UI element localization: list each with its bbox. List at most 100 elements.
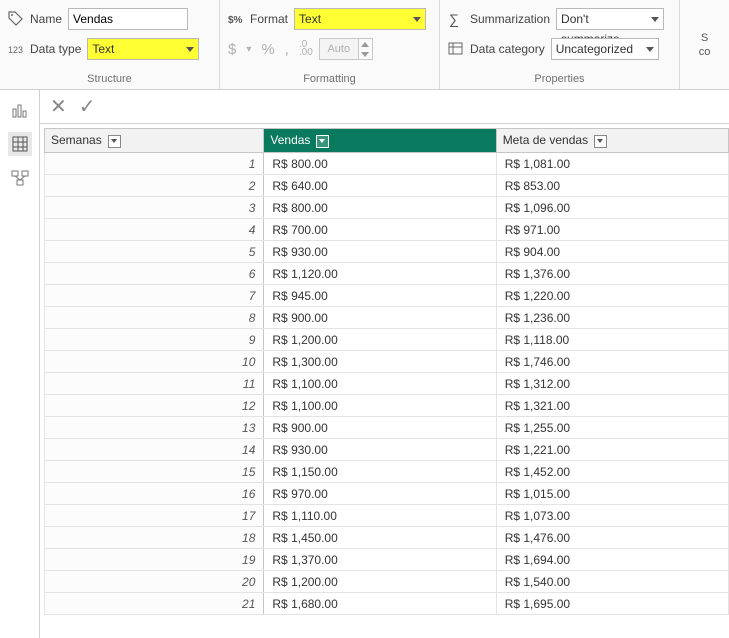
cell-vendas[interactable]: R$ 1,120.00: [264, 263, 496, 285]
cell-vendas[interactable]: R$ 800.00: [264, 153, 496, 175]
table-row[interactable]: 1R$ 800.00R$ 1,081.00: [45, 153, 729, 175]
report-view-button[interactable]: [8, 98, 32, 122]
cell-meta[interactable]: R$ 1,015.00: [496, 483, 728, 505]
cell-vendas[interactable]: R$ 1,100.00: [264, 395, 496, 417]
cell-vendas[interactable]: R$ 970.00: [264, 483, 496, 505]
cell-semanas[interactable]: 21: [45, 593, 264, 615]
cell-vendas[interactable]: R$ 700.00: [264, 219, 496, 241]
cell-semanas[interactable]: 7: [45, 285, 264, 307]
table-row[interactable]: 9R$ 1,200.00R$ 1,118.00: [45, 329, 729, 351]
stepper-down-icon[interactable]: [359, 49, 372, 59]
cell-semanas[interactable]: 16: [45, 483, 264, 505]
cell-meta[interactable]: R$ 1,118.00: [496, 329, 728, 351]
data-view-button[interactable]: [8, 132, 32, 156]
cell-meta[interactable]: R$ 1,695.00: [496, 593, 728, 615]
cell-semanas[interactable]: 10: [45, 351, 264, 373]
cell-semanas[interactable]: 3: [45, 197, 264, 219]
table-row[interactable]: 4R$ 700.00R$ 971.00: [45, 219, 729, 241]
cell-meta[interactable]: R$ 1,255.00: [496, 417, 728, 439]
table-row[interactable]: 19R$ 1,370.00R$ 1,694.00: [45, 549, 729, 571]
table-row[interactable]: 7R$ 945.00R$ 1,220.00: [45, 285, 729, 307]
cell-vendas[interactable]: R$ 1,450.00: [264, 527, 496, 549]
cell-meta[interactable]: R$ 1,312.00: [496, 373, 728, 395]
cell-semanas[interactable]: 18: [45, 527, 264, 549]
table-row[interactable]: 21R$ 1,680.00R$ 1,695.00: [45, 593, 729, 615]
cell-meta[interactable]: R$ 1,220.00: [496, 285, 728, 307]
table-row[interactable]: 6R$ 1,120.00R$ 1,376.00: [45, 263, 729, 285]
decimal-stepper[interactable]: Auto: [319, 38, 373, 60]
table-row[interactable]: 17R$ 1,110.00R$ 1,073.00: [45, 505, 729, 527]
cancel-formula-button[interactable]: ✕: [50, 97, 67, 117]
cell-meta[interactable]: R$ 1,694.00: [496, 549, 728, 571]
cell-vendas[interactable]: R$ 640.00: [264, 175, 496, 197]
cell-semanas[interactable]: 13: [45, 417, 264, 439]
col-vendas[interactable]: Vendas: [264, 129, 496, 153]
cell-meta[interactable]: R$ 853.00: [496, 175, 728, 197]
cell-meta[interactable]: R$ 1,321.00: [496, 395, 728, 417]
format-select[interactable]: Text: [294, 8, 426, 30]
cell-vendas[interactable]: R$ 1,150.00: [264, 461, 496, 483]
cell-vendas[interactable]: R$ 1,200.00: [264, 571, 496, 593]
cell-vendas[interactable]: R$ 1,370.00: [264, 549, 496, 571]
name-input[interactable]: [68, 8, 188, 30]
col-semanas[interactable]: Semanas: [45, 129, 264, 153]
table-row[interactable]: 16R$ 970.00R$ 1,015.00: [45, 483, 729, 505]
cell-meta[interactable]: R$ 1,452.00: [496, 461, 728, 483]
table-row[interactable]: 8R$ 900.00R$ 1,236.00: [45, 307, 729, 329]
model-view-button[interactable]: [8, 166, 32, 190]
cell-semanas[interactable]: 19: [45, 549, 264, 571]
cell-semanas[interactable]: 4: [45, 219, 264, 241]
col-meta-de-vendas[interactable]: Meta de vendas: [496, 129, 728, 153]
cell-meta[interactable]: R$ 1,081.00: [496, 153, 728, 175]
cell-semanas[interactable]: 2: [45, 175, 264, 197]
cell-semanas[interactable]: 20: [45, 571, 264, 593]
table-row[interactable]: 20R$ 1,200.00R$ 1,540.00: [45, 571, 729, 593]
cell-meta[interactable]: R$ 1,221.00: [496, 439, 728, 461]
cell-vendas[interactable]: R$ 945.00: [264, 285, 496, 307]
cell-vendas[interactable]: R$ 900.00: [264, 417, 496, 439]
cell-meta[interactable]: R$ 1,376.00: [496, 263, 728, 285]
chevron-down-icon[interactable]: [108, 135, 121, 148]
cell-vendas[interactable]: R$ 1,300.00: [264, 351, 496, 373]
cell-meta[interactable]: R$ 1,236.00: [496, 307, 728, 329]
cell-meta[interactable]: R$ 904.00: [496, 241, 728, 263]
cell-vendas[interactable]: R$ 800.00: [264, 197, 496, 219]
cell-semanas[interactable]: 17: [45, 505, 264, 527]
datacategory-select[interactable]: Uncategorized: [551, 38, 659, 60]
table-row[interactable]: 5R$ 930.00R$ 904.00: [45, 241, 729, 263]
table-row[interactable]: 3R$ 800.00R$ 1,096.00: [45, 197, 729, 219]
stepper-up-icon[interactable]: [359, 39, 372, 49]
cell-semanas[interactable]: 6: [45, 263, 264, 285]
table-row[interactable]: 18R$ 1,450.00R$ 1,476.00: [45, 527, 729, 549]
cell-vendas[interactable]: R$ 1,680.00: [264, 593, 496, 615]
cell-meta[interactable]: R$ 1,540.00: [496, 571, 728, 593]
cell-semanas[interactable]: 11: [45, 373, 264, 395]
cell-meta[interactable]: R$ 1,746.00: [496, 351, 728, 373]
cell-vendas[interactable]: R$ 900.00: [264, 307, 496, 329]
cell-vendas[interactable]: R$ 1,110.00: [264, 505, 496, 527]
chevron-down-icon[interactable]: [594, 135, 607, 148]
currency-button[interactable]: $: [228, 41, 236, 58]
cell-semanas[interactable]: 8: [45, 307, 264, 329]
table-row[interactable]: 14R$ 930.00R$ 1,221.00: [45, 439, 729, 461]
cell-vendas[interactable]: R$ 930.00: [264, 241, 496, 263]
table-row[interactable]: 11R$ 1,100.00R$ 1,312.00: [45, 373, 729, 395]
cell-vendas[interactable]: R$ 1,200.00: [264, 329, 496, 351]
cell-meta[interactable]: R$ 1,096.00: [496, 197, 728, 219]
table-row[interactable]: 13R$ 900.00R$ 1,255.00: [45, 417, 729, 439]
table-row[interactable]: 12R$ 1,100.00R$ 1,321.00: [45, 395, 729, 417]
chevron-down-icon[interactable]: [316, 135, 329, 148]
cell-vendas[interactable]: R$ 1,100.00: [264, 373, 496, 395]
cell-meta[interactable]: R$ 1,073.00: [496, 505, 728, 527]
cell-semanas[interactable]: 12: [45, 395, 264, 417]
cell-semanas[interactable]: 5: [45, 241, 264, 263]
datatype-select[interactable]: Text: [87, 38, 199, 60]
cell-semanas[interactable]: 14: [45, 439, 264, 461]
cell-meta[interactable]: R$ 1,476.00: [496, 527, 728, 549]
cell-meta[interactable]: R$ 971.00: [496, 219, 728, 241]
comma-button[interactable]: ,: [285, 41, 289, 58]
cell-semanas[interactable]: 15: [45, 461, 264, 483]
table-row[interactable]: 2R$ 640.00R$ 853.00: [45, 175, 729, 197]
summarization-select[interactable]: Don't summarize: [556, 8, 664, 30]
cell-semanas[interactable]: 1: [45, 153, 264, 175]
